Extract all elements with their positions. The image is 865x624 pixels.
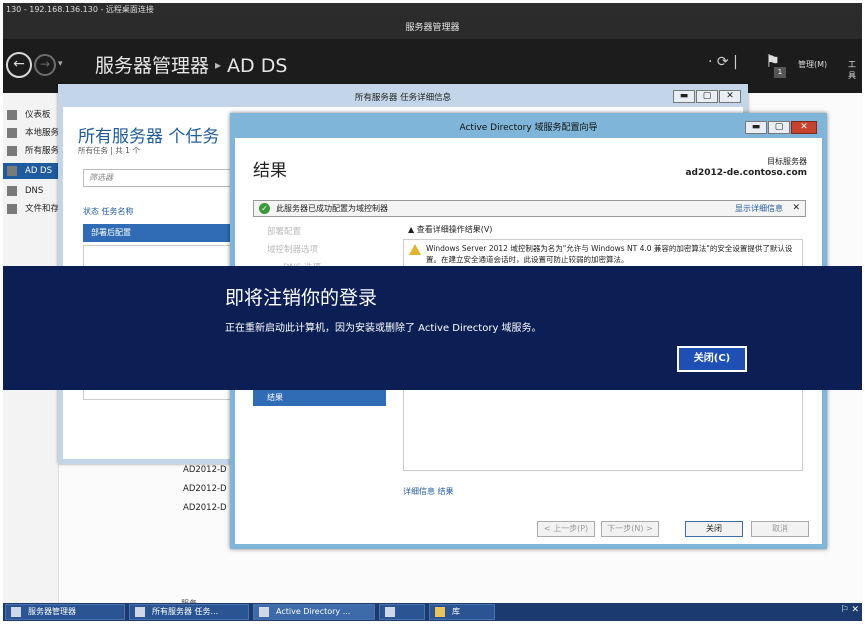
view-results-toggle[interactable]: ▲ 查看详细操作结果(V) [408,224,492,235]
nav-dropdown-icon[interactable]: ▾ [58,59,63,69]
server-icon [7,128,17,138]
previous-button[interactable]: < 上一步(P) [537,521,595,537]
remote-desktop-screen: 130 - 192.168.136.130 - 远程桌面连接 服务器管理器 ← … [3,3,862,621]
server-manager-icon [135,607,145,617]
sidebar-item-label: DNS [25,186,44,196]
task-count: 所有任务 | 共 1 个 [78,146,140,155]
taskbar-item-library[interactable]: 库 [429,604,495,620]
tools-menu[interactable]: 工具 [848,59,862,81]
file-storage-icon [7,204,17,214]
notification-count-badge: 1 [774,67,786,78]
folder-icon [435,607,445,617]
manage-menu[interactable]: 管理(M) [798,59,827,70]
dns-icon [7,186,17,196]
back-arrow-icon[interactable]: ← [6,52,32,78]
warning-icon [409,244,421,255]
taskbar-item-label: 所有服务器 任务... [152,607,219,616]
notification-message: 正在重新启动此计算机，因为安装或删除了 Active Directory 域服务… [225,323,542,334]
sidebar-item-label: 仪表板 [25,110,51,120]
taskbar-item-label: 服务器管理器 [28,607,76,616]
sidebar-item-label: 本地服务器 [25,128,59,138]
servers-icon [7,146,17,156]
success-message: 此服务器已成功配置为域控制器 [276,204,388,213]
taskbar-item-powershell[interactable] [379,604,425,620]
breadcrumb-section: AD DS [227,55,288,77]
forward-arrow-icon[interactable]: → [34,54,56,76]
taskbar-item-server-manager[interactable]: 服务器管理器 [5,604,125,620]
breadcrumb-separator: ▸ [215,58,222,72]
warning-text: Windows Server 2012 域控制器为名为"允许与 Windows … [426,244,793,264]
window-title: 服务器管理器 [3,17,862,39]
sidebar-item-ad-ds[interactable]: AD DS [3,163,59,179]
wizard-titlebar[interactable]: Active Directory 域服务配置向导 [235,118,822,138]
task-row[interactable]: 部署后配置 [83,224,243,242]
target-server-label: 目标服务器 [767,157,807,166]
sidebar-item-label: AD DS [25,166,53,176]
sign-out-notification: 即将注销你的登录 正在重新启动此计算机，因为安装或删除了 Active Dire… [3,266,862,390]
target-server-value: ad2012-de.contoso.com [685,168,807,178]
task-window-heading: 所有服务器 个任务 [78,127,220,147]
sidebar-item-all-servers[interactable]: 所有服务器 [3,143,59,159]
task-window-titlebar[interactable]: 所有服务器 任务详细信息 [63,89,743,107]
maximize-button[interactable]: ▢ [768,121,790,134]
server-row[interactable]: AD2012-D [183,503,227,513]
sidebar-item-dns[interactable]: DNS [3,183,59,199]
server-row[interactable]: AD2012-D [183,465,227,475]
close-button[interactable]: ✕ [719,90,741,103]
notification-close-button[interactable]: 关闭(C) [677,346,747,372]
minimize-button[interactable]: ▬ [673,90,695,103]
check-icon: ✓ [259,203,270,214]
more-info-link[interactable]: 详细信息 结果 [403,486,454,497]
taskbar-item-label: Active Directory ... [276,607,351,616]
notification-title: 即将注销你的登录 [225,287,378,309]
wizard-step-results[interactable]: 结果 [253,390,386,406]
dashboard-icon [7,110,17,120]
sidebar-item-file-storage[interactable]: 文件和存储服务 [3,201,59,217]
wizard-heading: 结果 [253,161,287,181]
system-tray[interactable]: ⚐ ✕ [841,605,859,615]
rdp-title-bar: 130 - 192.168.136.130 - 远程桌面连接 [3,3,862,17]
taskbar-item-ad-wizard[interactable]: Active Directory ... [253,604,375,620]
taskbar-item-task-details[interactable]: 所有服务器 任务... [129,604,249,620]
breadcrumb: 服务器管理器 ▸ AD DS [95,53,287,78]
refresh-icon[interactable]: · ⟳ | [708,54,738,70]
close-button[interactable]: ✕ [791,121,817,134]
task-filter-input[interactable]: 筛选器 [83,169,243,187]
close-icon[interactable]: ✕ [792,201,800,216]
success-banner: ✓ 此服务器已成功配置为域控制器 显示详细信息 ✕ [253,200,806,217]
taskbar: 服务器管理器 所有服务器 任务... Active Directory ... … [3,603,862,621]
powershell-icon [385,607,395,617]
sidebar-item-dashboard[interactable]: 仪表板 [3,107,59,123]
sidebar-item-label: 文件和存储服务 [25,204,59,214]
show-details-link[interactable]: 显示详细信息 [735,201,783,216]
server-manager-icon [11,607,21,617]
wizard-icon [259,607,269,617]
server-row[interactable]: AD2012-D [183,484,227,494]
wizard-close-button[interactable]: 关闭 [685,521,743,537]
maximize-button[interactable]: ▢ [696,90,718,103]
cancel-button[interactable]: 取消 [751,521,809,537]
ad-ds-icon [7,166,17,176]
minimize-button[interactable]: ▬ [745,121,767,134]
breadcrumb-app[interactable]: 服务器管理器 [95,55,209,77]
task-column-headers[interactable]: 状态 任务名称 [83,206,134,217]
taskbar-item-label: 库 [452,607,460,616]
next-button[interactable]: 下一步(N) > [601,521,659,537]
sidebar-item-label: 所有服务器 [25,146,59,156]
wizard-step[interactable]: 域控制器选项 [267,243,318,255]
sidebar-item-local-server[interactable]: 本地服务器 [3,125,59,141]
wizard-step[interactable]: 部署配置 [267,225,301,237]
